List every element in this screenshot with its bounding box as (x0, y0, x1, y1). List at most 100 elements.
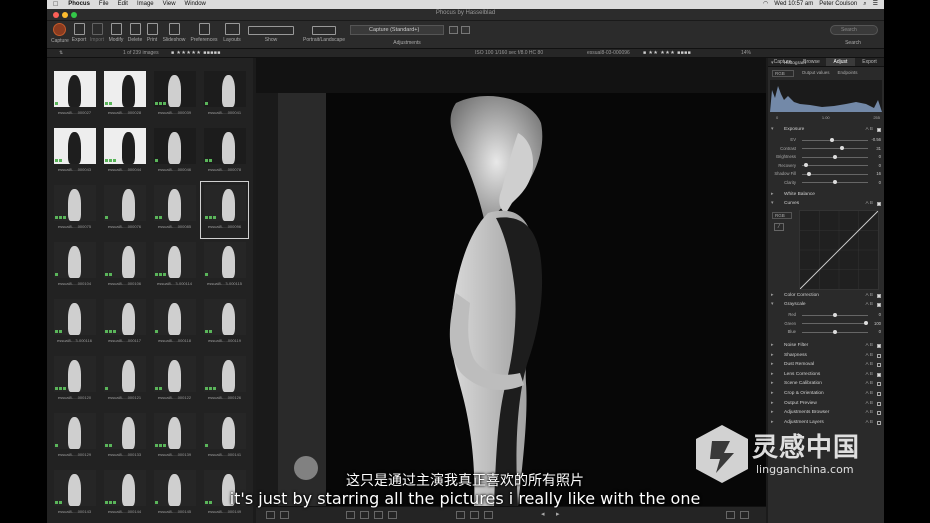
thumbnail[interactable]: essual8-...-000120 (51, 353, 98, 409)
import-button[interactable]: Import (89, 23, 105, 43)
level-high[interactable]: 255 (873, 115, 880, 120)
menu-edit[interactable]: Edit (118, 0, 128, 9)
apple-icon[interactable]:  (53, 0, 58, 9)
thumbnail[interactable]: essual8-...3-000116 (51, 296, 98, 352)
grayscale-enable-checkbox[interactable] (877, 303, 881, 307)
tool-section-header[interactable]: ▸ Output Preview A B (768, 400, 884, 408)
histogram-header[interactable]: ▾ Histogram (768, 60, 884, 68)
print-button[interactable]: Print (145, 23, 159, 43)
thumbnail-rating[interactable] (105, 330, 119, 333)
thumbnail[interactable]: essual8-...-000039 (151, 68, 198, 124)
thumbnail[interactable]: essual8-...-000044 (101, 125, 148, 181)
thumbnail[interactable]: essual8-...-000133 (101, 410, 148, 466)
section-enable-checkbox[interactable] (877, 392, 881, 396)
curves-mode-select[interactable]: RGB (772, 212, 792, 219)
adjustment-style-select[interactable]: Capture (Standard+) (350, 25, 444, 35)
sort-icon[interactable]: ⇅ (59, 49, 63, 58)
slider-knob[interactable] (803, 163, 808, 167)
mask-icon[interactable] (484, 511, 493, 519)
zoom-level[interactable]: 14% (741, 49, 751, 58)
thumbnail[interactable]: essual8-...-000121 (101, 353, 148, 409)
thumbnail[interactable]: essual8-...-000027 (51, 68, 98, 124)
section-enable-checkbox[interactable] (877, 372, 881, 377)
thumbnail[interactable]: essual8-...-000028 (101, 68, 148, 124)
slider-track[interactable] (802, 139, 868, 141)
thumbnail-rating[interactable] (205, 330, 219, 333)
rating-filter[interactable]: ■ ★★★★★ ■■■■■ (171, 49, 221, 58)
thumbnail[interactable]: essual8-...-000119 (201, 296, 248, 352)
slider-track[interactable] (802, 323, 868, 324)
menu-view[interactable]: View (163, 0, 176, 9)
section-enable-checkbox[interactable] (877, 401, 881, 406)
current-rating[interactable]: ■ ★★ ★★★ ■■■■ (643, 49, 691, 58)
app-menu[interactable]: Phocus (68, 0, 90, 9)
thumbnail[interactable]: essual8-...-000043 (51, 125, 98, 181)
search-input[interactable]: Search (830, 25, 878, 35)
next-image-icon[interactable]: ▸ (556, 510, 560, 518)
slider-track[interactable] (802, 173, 868, 175)
white-balance-header[interactable]: ▸ White Balance (768, 191, 884, 199)
thumbnail-rating[interactable] (205, 387, 219, 390)
thumbnail[interactable]: essual8-...-000129 (51, 410, 98, 466)
slider-track[interactable] (802, 148, 868, 149)
thumbnail-rating[interactable] (205, 102, 219, 105)
thumbnail[interactable]: essual8-...-000075 (51, 182, 98, 238)
tool-section-header[interactable]: ▸ Sharpness A B (768, 352, 884, 360)
tool-section-header[interactable]: ▸ Dust Removal A B (768, 361, 884, 369)
section-enable-checkbox[interactable] (877, 353, 881, 358)
thumbnail[interactable]: essual8-...-000076 (101, 182, 148, 238)
thumbnail[interactable]: essual8-...-000096 (200, 181, 249, 239)
straighten-tool-icon[interactable] (360, 511, 369, 519)
slider-knob[interactable] (864, 321, 869, 325)
section-enable-checkbox[interactable] (877, 344, 881, 348)
thumbnail-rating[interactable] (55, 102, 69, 105)
slideshow-button[interactable]: Slideshow (162, 23, 186, 43)
thumbnail-rating[interactable] (205, 444, 219, 447)
slider-value[interactable]: 0 (879, 162, 881, 170)
slider-value[interactable]: 0 (879, 153, 881, 161)
thumbnail-rating[interactable] (155, 216, 169, 219)
spotlight-icon[interactable]: ⌕ (863, 0, 866, 9)
user-name[interactable]: Peter Coulson (819, 0, 857, 9)
tool-section-header[interactable]: ▸ Adjustments Browser A B (768, 409, 884, 417)
tool-section-header[interactable]: ▸ Noise Filter A B (768, 342, 884, 350)
thumbnail[interactable]: essual8-...3-000115 (201, 239, 248, 295)
slider-value[interactable]: 100 (874, 320, 881, 328)
level-low[interactable]: 0 (776, 115, 778, 120)
tool-section-header[interactable]: ▸ Crop & Orientation A B (768, 390, 884, 398)
thumbnail[interactable]: essual8-...-000118 (151, 296, 198, 352)
thumbnail-rating[interactable] (155, 387, 169, 390)
thumbnail-rating[interactable] (105, 273, 119, 276)
crop-tool-icon[interactable] (346, 511, 355, 519)
thumbnail[interactable]: essual8-...-000041 (201, 68, 248, 124)
main-photo[interactable] (256, 93, 766, 506)
thumbnail[interactable]: essual8-...-000106 (101, 239, 148, 295)
previous-image-icon[interactable]: ◂ (541, 510, 545, 518)
slider-value[interactable]: 16 (876, 170, 881, 178)
thumbnail-rating[interactable] (205, 159, 219, 162)
eyedropper-icon[interactable]: ⁄ (774, 223, 784, 231)
wifi-icon[interactable]: ◠ (763, 0, 768, 9)
show-control[interactable]: Show (247, 23, 295, 43)
thumbnail[interactable]: essual8-...-000085 (151, 182, 198, 238)
copy-adjustments-icon[interactable] (449, 26, 458, 34)
single-view-icon[interactable] (280, 511, 289, 519)
section-enable-checkbox[interactable] (877, 382, 881, 387)
paste-adjustments-icon[interactable] (461, 26, 470, 34)
menu-file[interactable]: File (99, 0, 109, 9)
thumbnail-rating[interactable] (55, 273, 69, 276)
modify-button[interactable]: Modify (107, 23, 125, 43)
level-mid[interactable]: 1.00 (822, 115, 830, 120)
thumbnail[interactable]: essual8-...-000117 (101, 296, 148, 352)
thumbnail-rating[interactable] (55, 216, 69, 219)
section-enable-checkbox[interactable] (877, 411, 881, 416)
slider-value[interactable]: 0 (879, 179, 881, 187)
grid-overlay-icon[interactable] (470, 511, 479, 519)
thumbnail-rating[interactable] (55, 387, 69, 390)
slider-knob[interactable] (833, 180, 837, 184)
endpoints-checkbox[interactable]: Endpoints (838, 70, 858, 77)
color-correction-header[interactable]: ▸ Color Correction A B (768, 292, 884, 300)
exposure-header[interactable]: ▾ Exposure A B (768, 126, 884, 134)
thumbnail-rating[interactable] (55, 330, 69, 333)
full-screen-icon[interactable] (740, 511, 749, 519)
